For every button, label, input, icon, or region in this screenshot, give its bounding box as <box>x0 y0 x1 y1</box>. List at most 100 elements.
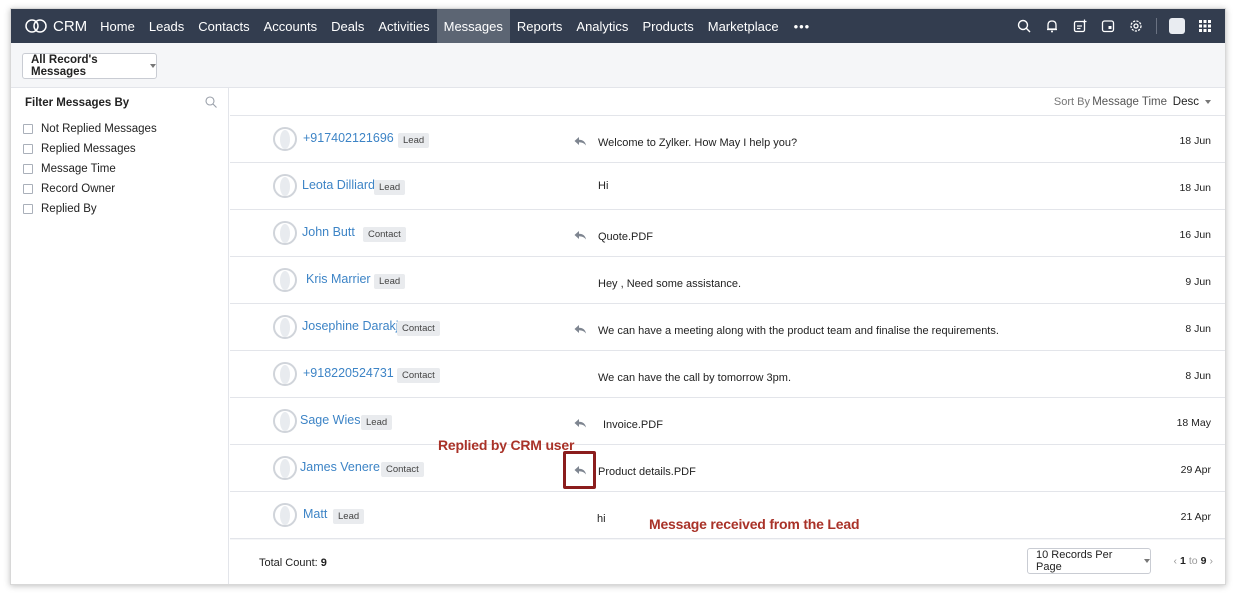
list-footer: Total Count: 9 10 Records Per Page ‹ 1 t… <box>230 540 1225 584</box>
nav-tabs: Home Leads Contacts Accounts Deals Activities… <box>93 9 785 43</box>
message-text[interactable]: hi <box>597 513 606 525</box>
record-type-badge: Lead <box>398 133 430 148</box>
record-name-link[interactable]: Josephine Darakjy <box>302 319 405 333</box>
nav-tab-deals[interactable]: Deals <box>324 9 371 43</box>
message-text[interactable]: Product details.PDF <box>598 466 696 478</box>
record-type-badge: Contact <box>363 227 406 242</box>
filter-label: Message Time <box>41 163 116 175</box>
record-name-link[interactable]: +918220524731 <box>303 366 394 380</box>
avatar <box>273 221 297 245</box>
annotation-received: Message received from the Lead <box>649 516 860 532</box>
record-type-badge: Lead <box>374 180 406 195</box>
apps-grid-icon[interactable] <box>1197 18 1213 34</box>
record-name-link[interactable]: Kris Marrier <box>306 272 371 286</box>
crm-logo[interactable]: CRM <box>25 18 87 35</box>
record-name-link[interactable]: Leota Dilliard <box>302 178 375 192</box>
total-count: Total Count: 9 <box>259 557 327 569</box>
record-type-badge: Lead <box>374 274 406 289</box>
record-type-badge: Lead <box>333 509 365 524</box>
filter-checkbox[interactable] <box>23 164 33 174</box>
brand-name: CRM <box>53 17 88 35</box>
record-name-link[interactable]: Matt <box>303 507 327 521</box>
reply-icon <box>573 322 587 334</box>
reply-highlight-box <box>563 451 596 489</box>
message-row[interactable]: Sage Wiese Lead Invoice.PDF 18 May <box>230 398 1225 445</box>
message-date: 18 Jun <box>1179 135 1211 147</box>
filter-checkbox[interactable] <box>23 204 33 214</box>
avatar <box>273 409 297 433</box>
message-text[interactable]: We can have a meeting along with the pro… <box>598 325 999 337</box>
nav-tab-reports[interactable]: Reports <box>510 9 570 43</box>
nav-tab-accounts[interactable]: Accounts <box>257 9 324 43</box>
records-per-page-label: 10 Records Per Page <box>1036 549 1113 573</box>
add-calendar-icon[interactable] <box>1072 18 1088 34</box>
avatar <box>273 268 297 292</box>
nav-tab-messages[interactable]: Messages <box>436 9 510 43</box>
message-text[interactable]: Invoice.PDF <box>603 419 663 431</box>
sort-direction-select[interactable]: Desc <box>1173 96 1211 108</box>
record-type-badge: Contact <box>397 368 440 383</box>
calendar-icon[interactable] <box>1100 18 1116 34</box>
avatar <box>273 315 297 339</box>
filter-list: Not Replied Messages Replied Messages Mess… <box>23 119 157 219</box>
nav-tab-contacts[interactable]: Contacts <box>191 9 256 43</box>
filter-title: Filter Messages By <box>25 97 130 109</box>
bell-icon[interactable] <box>1044 18 1060 34</box>
filter-checkbox[interactable] <box>23 144 33 154</box>
message-row[interactable]: +918220524731 Contact We can have the call… <box>230 351 1225 398</box>
user-avatar[interactable] <box>1169 18 1185 34</box>
view-select[interactable]: All Record's Messages <box>22 53 157 79</box>
filter-item[interactable]: Replied Messages <box>23 139 157 159</box>
search-icon[interactable] <box>1016 18 1032 34</box>
view-select-label: All Record's Messages <box>31 54 98 78</box>
nav-tab-marketplace[interactable]: Marketplace <box>701 9 786 43</box>
message-text[interactable]: Quote.PDF <box>598 231 653 243</box>
filter-item[interactable]: Replied By <box>23 199 157 219</box>
settings-icon[interactable] <box>1128 18 1144 34</box>
filter-label: Not Replied Messages <box>41 123 157 135</box>
filter-item[interactable]: Record Owner <box>23 179 157 199</box>
filter-search-icon[interactable] <box>205 95 217 113</box>
record-name-link[interactable]: James Venere <box>300 460 380 474</box>
message-text[interactable]: Hi <box>598 180 608 192</box>
more-tabs-button[interactable]: ••• <box>786 19 819 34</box>
message-row[interactable]: James Venere Contact Product details.PDF 29… <box>230 445 1225 492</box>
nav-tab-products[interactable]: Products <box>635 9 700 43</box>
sub-header: All Record's Messages <box>11 43 1225 88</box>
message-row[interactable]: Kris Marrier Lead Hey , Need some assistan… <box>230 257 1225 304</box>
record-name-link[interactable]: John Butt <box>302 225 355 239</box>
nav-tab-leads[interactable]: Leads <box>142 9 191 43</box>
nav-tab-home[interactable]: Home <box>93 9 142 43</box>
next-page-icon[interactable]: › <box>1210 555 1214 567</box>
record-name-link[interactable]: +917402121696 <box>303 131 394 145</box>
message-date: 9 Jun <box>1185 276 1211 288</box>
message-date: 8 Jun <box>1185 323 1211 335</box>
message-text[interactable]: Hey , Need some assistance. <box>598 278 741 290</box>
filter-item[interactable]: Not Replied Messages <box>23 119 157 139</box>
message-row[interactable]: +917402121696 Lead Welcome to Zylker. How … <box>230 116 1225 163</box>
page-from: 1 <box>1180 555 1186 567</box>
message-row[interactable]: Josephine Darakjy Contact We can have a me… <box>230 304 1225 351</box>
filter-label: Replied By <box>41 203 97 215</box>
app-window: CRM Home Leads Contacts Accounts Deals Activi… <box>10 8 1226 585</box>
nav-tab-analytics[interactable]: Analytics <box>569 9 635 43</box>
message-text[interactable]: Welcome to Zylker. How May I help you? <box>598 137 797 149</box>
filter-checkbox[interactable] <box>23 124 33 134</box>
prev-page-icon[interactable]: ‹ <box>1174 555 1178 567</box>
sort-field[interactable]: Message Time <box>1092 96 1167 108</box>
reply-icon <box>573 416 587 428</box>
records-per-page-select[interactable]: 10 Records Per Page <box>1027 548 1151 574</box>
nav-divider <box>1156 18 1157 34</box>
filter-label: Record Owner <box>41 183 116 195</box>
total-count-label: Total Count: <box>259 557 318 569</box>
message-row[interactable]: John Butt Contact Quote.PDF 16 Jun <box>230 210 1225 257</box>
nav-tab-activities[interactable]: Activities <box>371 9 436 43</box>
sort-label: Sort By <box>1053 96 1090 108</box>
filter-item[interactable]: Message Time <box>23 159 157 179</box>
message-list: +917402121696 Lead Welcome to Zylker. How … <box>230 116 1225 539</box>
record-name-link[interactable]: Sage Wiese <box>300 413 367 427</box>
crm-logo-icon <box>25 19 47 33</box>
filter-checkbox[interactable] <box>23 184 33 194</box>
message-text[interactable]: We can have the call by tomorrow 3pm. <box>598 372 791 384</box>
message-row[interactable]: Leota Dilliard Lead Hi 18 Jun <box>230 163 1225 210</box>
